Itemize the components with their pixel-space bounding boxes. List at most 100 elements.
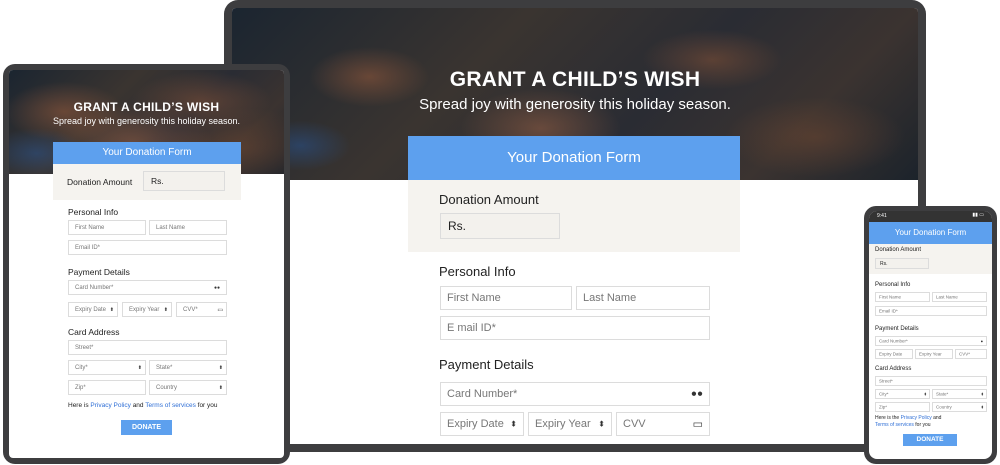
expiry-year-select[interactable]: Expiry Year xyxy=(915,349,953,359)
expiry-date-select[interactable]: Expiry Date xyxy=(875,349,913,359)
donation-amount-value: Rs. xyxy=(448,219,466,233)
first-name-placeholder: First Name xyxy=(879,294,902,300)
privacy-and: and xyxy=(933,415,942,421)
cvv-placeholder: CVV* xyxy=(959,351,971,357)
phone-device: 9:41 ▮▮ ▭ Your Donation Form Donation Am… xyxy=(864,206,997,464)
tablet-device: GRANT A CHILD’S WISH Spread joy with gen… xyxy=(3,64,290,464)
donate-button[interactable]: DONATE xyxy=(121,420,172,435)
donation-amount-input[interactable]: Rs. xyxy=(143,171,225,191)
last-name-field[interactable]: Last Name xyxy=(576,286,710,310)
zip-placeholder: Zip* xyxy=(879,404,888,410)
first-name-field[interactable]: First Name xyxy=(875,292,930,302)
expiry-date-select[interactable]: Expiry Date ⬍ xyxy=(68,302,118,317)
hero-title: GRANT A CHILD’S WISH xyxy=(449,68,701,91)
hero-subtitle: Spread joy with generosity this holiday … xyxy=(419,96,731,113)
card-chip-icon: ●● xyxy=(690,388,703,400)
country-select[interactable]: Country ⬍ xyxy=(149,380,227,395)
expiry-year-label: Expiry Year xyxy=(919,351,942,357)
personal-info-heading: Personal Info xyxy=(439,264,516,279)
zip-placeholder: Zip* xyxy=(75,384,86,391)
status-time: 9:41 xyxy=(877,213,887,219)
expiry-date-select[interactable]: Expiry Date ⬍ xyxy=(440,412,524,436)
expiry-date-label: Expiry Date xyxy=(879,351,903,357)
expiry-date-label: Expiry Date xyxy=(75,306,107,313)
expiry-year-select[interactable]: Expiry Year ⬍ xyxy=(528,412,612,436)
card-address-heading: Card Address xyxy=(68,327,120,337)
last-name-field[interactable]: Last Name xyxy=(149,220,227,235)
card-number-field[interactable]: Card Number* ●● xyxy=(68,280,227,295)
state-select[interactable]: State* ⬍ xyxy=(149,360,227,375)
street-field[interactable]: Street* xyxy=(875,376,987,386)
donation-amount-value: Rs. xyxy=(880,260,888,267)
updown-arrows-icon: ⬍ xyxy=(137,364,142,371)
terms-link[interactable]: Terms of services xyxy=(875,422,914,428)
country-label: Country xyxy=(156,384,178,391)
updown-arrows-icon: ⬍ xyxy=(598,419,605,429)
country-select[interactable]: Country ⬍ xyxy=(932,402,987,412)
last-name-placeholder: Last Name xyxy=(936,294,958,300)
email-field[interactable]: Email ID* xyxy=(68,240,227,255)
zip-field[interactable]: Zip* xyxy=(875,402,930,412)
privacy-policy-link[interactable]: Privacy Policy xyxy=(901,415,932,421)
form-header: Your Donation Form xyxy=(53,142,241,164)
privacy-policy-link[interactable]: Privacy Policy xyxy=(90,402,130,409)
hero-title: GRANT A CHILD’S WISH xyxy=(73,100,220,114)
last-name-field[interactable]: Last Name xyxy=(932,292,987,302)
first-name-field[interactable]: First Name xyxy=(68,220,146,235)
street-placeholder: Street* xyxy=(879,378,893,384)
donation-amount-label: Donation Amount xyxy=(875,247,922,253)
expiry-year-label: Expiry Year xyxy=(535,418,591,430)
updown-arrows-icon: ⬍ xyxy=(923,391,927,397)
city-select[interactable]: City* ⬍ xyxy=(875,389,930,399)
email-placeholder: Email ID* xyxy=(75,244,101,251)
payment-details-heading: Payment Details xyxy=(439,357,534,372)
expiry-year-label: Expiry Year xyxy=(129,306,160,313)
donation-amount-input[interactable]: Rs. xyxy=(875,258,929,269)
city-select[interactable]: City* ⬍ xyxy=(68,360,146,375)
updown-arrows-icon: ⬍ xyxy=(218,364,223,371)
personal-info-heading: Personal Info xyxy=(875,282,911,288)
terms-link[interactable]: Terms of services xyxy=(145,402,196,409)
street-field[interactable]: Street* xyxy=(68,340,227,355)
first-name-field[interactable]: First Name xyxy=(440,286,572,310)
privacy-suffix: for you xyxy=(915,422,931,428)
card-number-field[interactable]: Card Number* ● xyxy=(875,336,987,346)
privacy-prefix: Here is the xyxy=(875,415,900,421)
cvv-placeholder: CVV xyxy=(623,418,646,430)
privacy-suffix: for you xyxy=(197,402,218,409)
first-name-placeholder: First Name xyxy=(75,224,105,231)
cvv-field[interactable]: CVV* xyxy=(955,349,987,359)
state-label: State* xyxy=(936,391,949,397)
signal-icon: ▮▮ ▭ xyxy=(972,212,984,218)
updown-arrows-icon: ⬍ xyxy=(109,306,114,313)
card-address-heading: Card Address xyxy=(875,366,912,372)
updown-arrows-icon: ⬍ xyxy=(510,419,517,429)
last-name-placeholder: Last Name xyxy=(156,224,186,231)
donation-amount-input[interactable]: Rs. xyxy=(440,213,560,239)
zip-field[interactable]: Zip* xyxy=(68,380,146,395)
cvv-card-icon: ▭ xyxy=(217,307,223,313)
cvv-field[interactable]: CVV ▭ xyxy=(616,412,710,436)
status-bar: 9:41 ▮▮ ▭ xyxy=(869,211,992,222)
donate-button[interactable]: DONATE xyxy=(903,434,957,446)
state-select[interactable]: State* ⬍ xyxy=(932,389,987,399)
cvv-card-icon: ▭ xyxy=(692,418,703,431)
street-placeholder: Street* xyxy=(75,344,94,351)
form-header: Your Donation Form xyxy=(869,222,992,244)
card-number-field[interactable]: Card Number* ●● xyxy=(440,382,710,406)
cvv-field[interactable]: CVV* ▭ xyxy=(176,302,227,317)
card-chip-icon: ● xyxy=(980,338,983,344)
personal-info-heading: Personal Info xyxy=(68,207,119,217)
email-field[interactable]: Email ID* xyxy=(875,306,987,316)
privacy-and: and xyxy=(132,402,144,409)
city-label: City* xyxy=(75,364,88,371)
updown-arrows-icon: ⬍ xyxy=(218,384,223,391)
email-field[interactable]: E mail ID* xyxy=(440,316,710,340)
card-number-placeholder: Card Number* xyxy=(879,338,908,344)
city-label: City* xyxy=(879,391,889,397)
laptop-screen: GRANT A CHILD’S WISH Spread joy with gen… xyxy=(232,8,918,444)
payment-details-heading: Payment Details xyxy=(875,326,919,332)
expiry-year-select[interactable]: Expiry Year ⬍ xyxy=(122,302,172,317)
card-chip-icon: ●● xyxy=(213,284,220,291)
first-name-placeholder: First Name xyxy=(447,292,501,304)
